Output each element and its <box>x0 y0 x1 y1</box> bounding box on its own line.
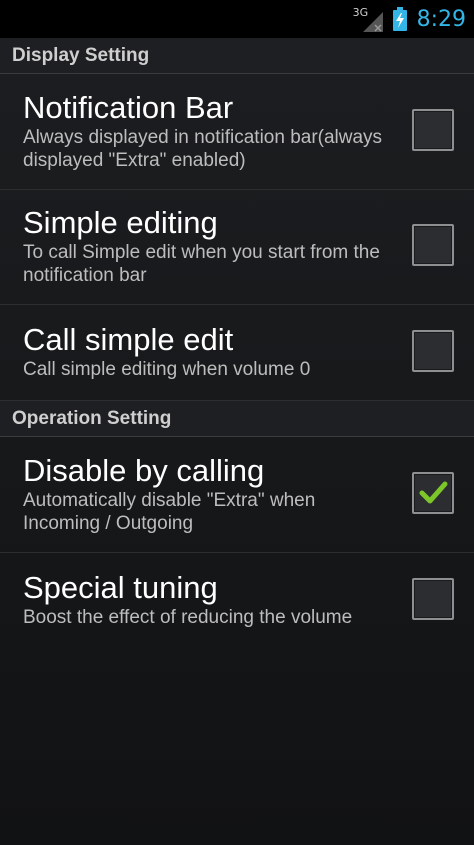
call-simple-edit-checkbox[interactable] <box>412 329 454 372</box>
settings-screen: 3G 8:29 Display Setting Notification Bar… <box>0 0 474 845</box>
pref-summary: To call Simple edit when you start from … <box>23 242 380 286</box>
pref-summary: Boost the effect of reducing the volume <box>23 607 353 628</box>
checkmark-icon <box>419 481 448 503</box>
status-bar: 3G 8:29 <box>0 0 474 38</box>
pref-title: Special tuning <box>23 570 218 605</box>
pref-special-tuning[interactable]: Special tuning Boost the effect of reduc… <box>0 553 474 649</box>
pref-call-simple-edit[interactable]: Call simple edit Call simple editing whe… <box>0 305 474 401</box>
battery-charging-icon <box>392 7 407 31</box>
pref-title: Notification Bar <box>23 90 234 125</box>
simple-editing-checkbox[interactable] <box>412 224 454 266</box>
signal-indicator: 3G <box>353 4 383 34</box>
pref-summary: Always displayed in notification bar(alw… <box>23 127 383 171</box>
pref-title: Call simple edit <box>23 322 234 357</box>
pref-notification-bar[interactable]: Notification Bar Always displayed in not… <box>0 74 474 190</box>
pref-title: Disable by calling <box>23 453 265 488</box>
pref-summary: Call simple editing when volume 0 <box>23 359 311 380</box>
signal-icon <box>362 12 383 32</box>
section-header-operation-setting: Operation Setting <box>0 401 474 437</box>
disable-by-calling-checkbox[interactable] <box>412 471 454 514</box>
pref-disable-by-calling[interactable]: Disable by calling Automatically disable… <box>0 437 474 553</box>
special-tuning-checkbox[interactable] <box>412 578 454 620</box>
pref-simple-editing[interactable]: Simple editing To call Simple edit when … <box>0 190 474 305</box>
section-header-display-setting: Display Setting <box>0 38 474 74</box>
pref-summary: Automatically disable "Extra" when Incom… <box>23 490 316 534</box>
status-clock: 8:29 <box>416 6 466 32</box>
pref-title: Simple editing <box>23 205 218 240</box>
notification-bar-checkbox[interactable] <box>412 108 454 151</box>
